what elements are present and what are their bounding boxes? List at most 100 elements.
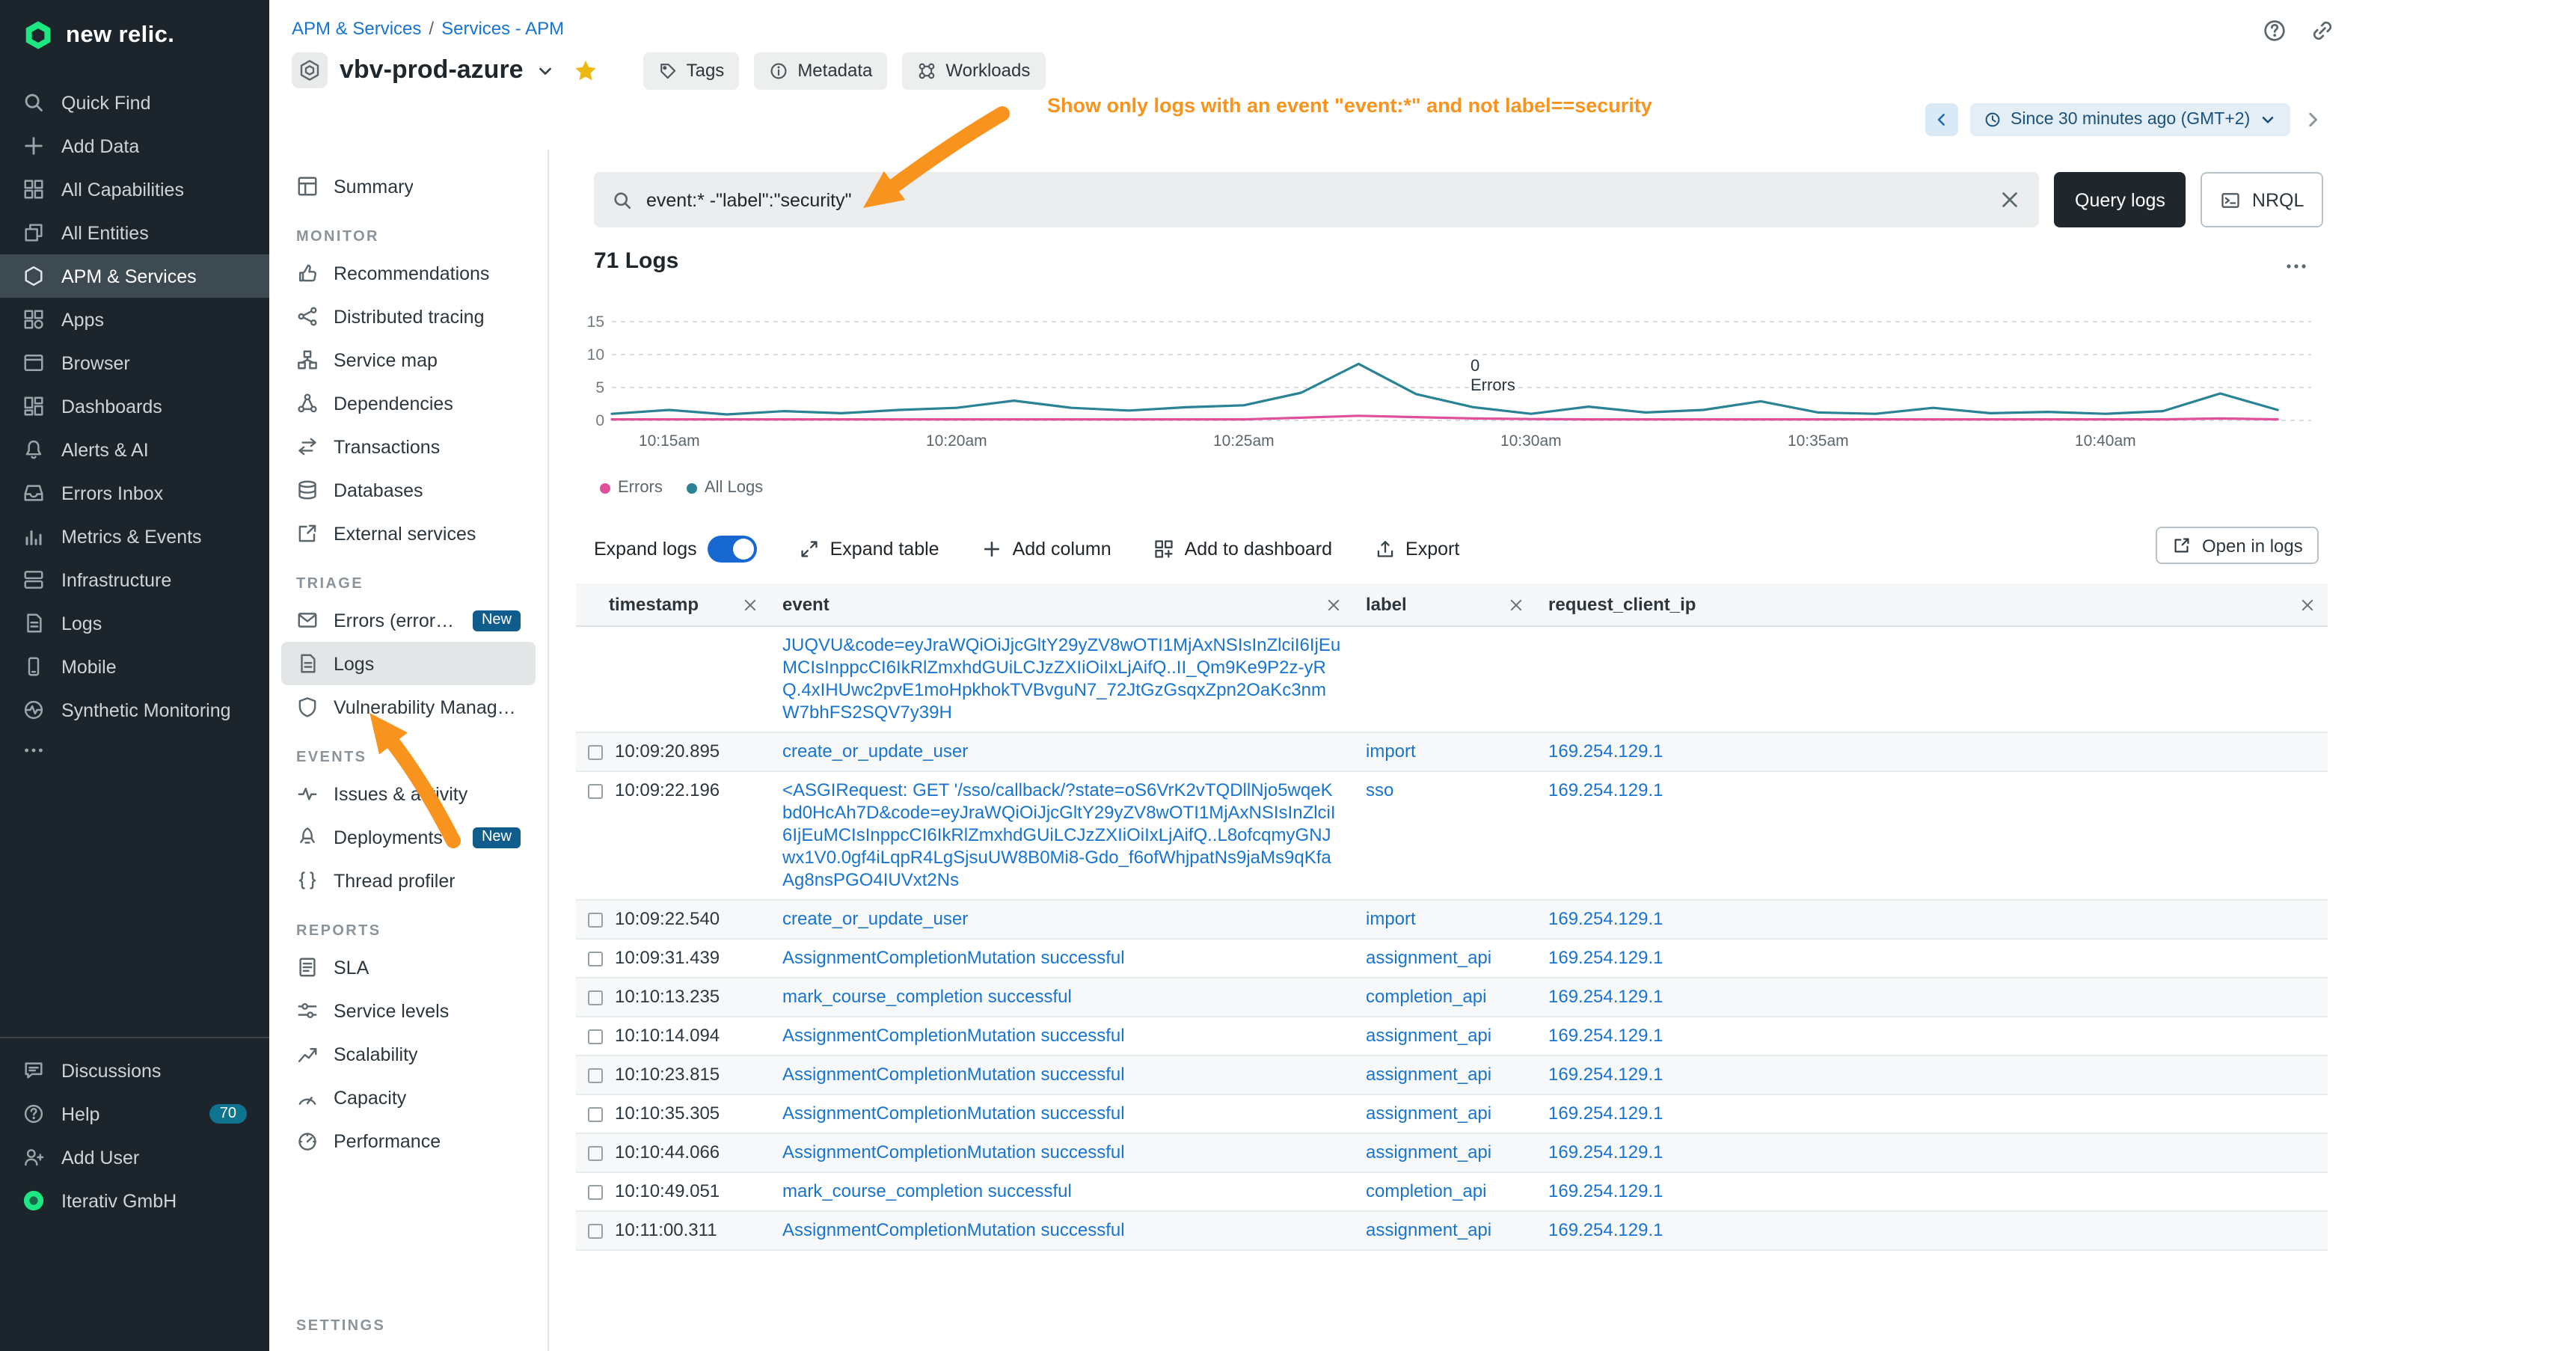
- ip-link[interactable]: 169.254.129.1: [1548, 741, 1663, 762]
- label-link[interactable]: assignment_api: [1366, 1103, 1491, 1124]
- sidebar-item-issues-activity[interactable]: Issues & activity: [281, 772, 536, 815]
- nrql-button[interactable]: NRQL: [2201, 172, 2323, 227]
- link-icon[interactable]: [2310, 18, 2335, 43]
- sidebar-item-more[interactable]: [0, 732, 269, 768]
- event-link[interactable]: <ASGIRequest: GET '/sso/callback/?state=…: [782, 779, 1336, 890]
- event-link[interactable]: create_or_update_user: [782, 908, 968, 929]
- row-select-checkbox[interactable]: [588, 783, 603, 798]
- ip-link[interactable]: 169.254.129.1: [1548, 779, 1663, 800]
- legend-errors[interactable]: Errors: [600, 479, 663, 497]
- brand-logo[interactable]: new relic.: [0, 0, 269, 51]
- row-select-checkbox[interactable]: [588, 951, 603, 966]
- row-select-checkbox[interactable]: [588, 990, 603, 1005]
- event-link[interactable]: AssignmentCompletionMutation successful: [782, 1219, 1125, 1240]
- ip-link[interactable]: 169.254.129.1: [1548, 1064, 1663, 1085]
- remove-column-icon[interactable]: [742, 596, 758, 613]
- tags-button[interactable]: Tags: [643, 52, 740, 89]
- workloads-button[interactable]: Workloads: [902, 52, 1045, 89]
- entity-chevron-down-icon[interactable]: [536, 61, 555, 80]
- event-link[interactable]: AssignmentCompletionMutation successful: [782, 1142, 1125, 1162]
- remove-column-icon[interactable]: [2299, 596, 2316, 613]
- event-link[interactable]: mark_course_completion successful: [782, 1180, 1072, 1201]
- expand-table-button[interactable]: Expand table: [799, 539, 939, 560]
- sidebar-item-help[interactable]: Help70: [0, 1092, 269, 1136]
- sidebar-item-service-map[interactable]: Service map: [281, 338, 536, 382]
- sidebar-item-errors-inbox[interactable]: Errors Inbox: [0, 471, 269, 515]
- row-select-checkbox[interactable]: [588, 1029, 603, 1044]
- sidebar-item-quick-find[interactable]: Quick Find: [0, 81, 269, 124]
- column-event[interactable]: event: [770, 583, 1354, 626]
- favorite-star-icon[interactable]: [573, 58, 598, 83]
- metadata-button[interactable]: Metadata: [754, 52, 887, 89]
- sidebar-item-performance[interactable]: Performance: [281, 1119, 536, 1162]
- sidebar-item-deployments[interactable]: DeploymentsNew: [281, 815, 536, 859]
- more-options-icon[interactable]: [2284, 254, 2308, 278]
- event-link[interactable]: JUQVU&code=eyJraWQiOiJjcGltY29yZV8wOTI1M…: [782, 634, 1340, 723]
- sidebar-item-sla[interactable]: SLA: [281, 946, 536, 989]
- remove-column-icon[interactable]: [1508, 596, 1524, 613]
- sidebar-item-transactions[interactable]: Transactions: [281, 425, 536, 468]
- sidebar-item-dependencies[interactable]: Dependencies: [281, 382, 536, 425]
- column-request-client-ip[interactable]: request_client_ip: [1536, 583, 2328, 626]
- sidebar-item-external-services[interactable]: External services: [281, 512, 536, 555]
- event-link[interactable]: AssignmentCompletionMutation successful: [782, 947, 1125, 968]
- ip-link[interactable]: 169.254.129.1: [1548, 1180, 1663, 1201]
- sidebar-item-metrics-events[interactable]: Metrics & Events: [0, 515, 269, 558]
- ip-link[interactable]: 169.254.129.1: [1548, 1142, 1663, 1162]
- sidebar-item-distributed-tracing[interactable]: Distributed tracing: [281, 295, 536, 338]
- sidebar-item-service-levels[interactable]: Service levels: [281, 989, 536, 1032]
- event-link[interactable]: mark_course_completion successful: [782, 986, 1072, 1007]
- export-button[interactable]: Export: [1374, 539, 1459, 560]
- breadcrumb-services-apm[interactable]: Services - APM: [441, 18, 564, 39]
- add-to-dashboard-button[interactable]: Add to dashboard: [1153, 539, 1332, 560]
- sidebar-item-add-user[interactable]: Add User: [0, 1136, 269, 1179]
- query-logs-button[interactable]: Query logs: [2054, 172, 2186, 227]
- label-link[interactable]: assignment_api: [1366, 1025, 1491, 1046]
- event-link[interactable]: create_or_update_user: [782, 741, 968, 762]
- label-link[interactable]: assignment_api: [1366, 1064, 1491, 1085]
- label-link[interactable]: import: [1366, 908, 1416, 929]
- time-back-button[interactable]: [1925, 103, 1958, 136]
- ip-link[interactable]: 169.254.129.1: [1548, 1025, 1663, 1046]
- sidebar-item-thread-profiler[interactable]: Thread profiler: [281, 859, 536, 902]
- sidebar-item-add-data[interactable]: Add Data: [0, 124, 269, 168]
- table-row[interactable]: 10:10:23.815AssignmentCompletionMutation…: [576, 1056, 2328, 1094]
- table-row[interactable]: 10:10:44.066AssignmentCompletionMutation…: [576, 1133, 2328, 1172]
- ip-link[interactable]: 169.254.129.1: [1548, 947, 1663, 968]
- time-forward-icon[interactable]: [2302, 109, 2323, 130]
- table-row[interactable]: 10:11:00.311AssignmentCompletionMutation…: [576, 1211, 2328, 1250]
- sidebar-item-synthetic-monitoring[interactable]: Synthetic Monitoring: [0, 688, 269, 732]
- sidebar-item-recommendations[interactable]: Recommendations: [281, 251, 536, 295]
- row-select-checkbox[interactable]: [588, 744, 603, 759]
- event-link[interactable]: AssignmentCompletionMutation successful: [782, 1103, 1125, 1124]
- sidebar-item-apm-services[interactable]: APM & Services: [0, 254, 269, 298]
- table-row[interactable]: JUQVU&code=eyJraWQiOiJjcGltY29yZV8wOTI1M…: [576, 626, 2328, 732]
- expand-logs-toggle[interactable]: [708, 536, 757, 563]
- ip-link[interactable]: 169.254.129.1: [1548, 1219, 1663, 1240]
- sidebar-item-all-capabilities[interactable]: All Capabilities: [0, 168, 269, 211]
- sidebar-item-discussions[interactable]: Discussions: [0, 1049, 269, 1092]
- sidebar-item-infrastructure[interactable]: Infrastructure: [0, 558, 269, 601]
- row-select-checkbox[interactable]: [588, 1145, 603, 1160]
- sidebar-item-capacity[interactable]: Capacity: [281, 1076, 536, 1119]
- row-select-checkbox[interactable]: [588, 1106, 603, 1121]
- row-select-checkbox[interactable]: [588, 1184, 603, 1199]
- label-link[interactable]: completion_api: [1366, 1180, 1486, 1201]
- table-row[interactable]: 10:10:49.051mark_course_completion succe…: [576, 1172, 2328, 1211]
- label-link[interactable]: completion_api: [1366, 986, 1486, 1007]
- table-row[interactable]: 10:09:20.895create_or_update_userimport1…: [576, 732, 2328, 771]
- row-select-checkbox[interactable]: [588, 912, 603, 927]
- sidebar-item-scalability[interactable]: Scalability: [281, 1032, 536, 1076]
- sidebar-item-iterativ-gmbh[interactable]: Iterativ GmbH: [0, 1179, 269, 1222]
- table-row[interactable]: 10:09:31.439AssignmentCompletionMutation…: [576, 939, 2328, 978]
- table-row[interactable]: 10:10:35.305AssignmentCompletionMutation…: [576, 1094, 2328, 1133]
- sidebar-item-mobile[interactable]: Mobile: [0, 645, 269, 688]
- sidebar-item-logs[interactable]: Logs: [0, 601, 269, 645]
- logs-query-input[interactable]: event:* -"label":"security": [594, 172, 2039, 227]
- clear-query-icon[interactable]: [1999, 189, 2021, 211]
- time-picker[interactable]: Since 30 minutes ago (GMT+2): [1970, 103, 2290, 136]
- sidebar-item-summary[interactable]: Summary: [281, 165, 536, 208]
- ip-link[interactable]: 169.254.129.1: [1548, 986, 1663, 1007]
- sidebar-item-logs[interactable]: Logs: [281, 642, 536, 685]
- breadcrumb-apm-services[interactable]: APM & Services: [292, 18, 421, 39]
